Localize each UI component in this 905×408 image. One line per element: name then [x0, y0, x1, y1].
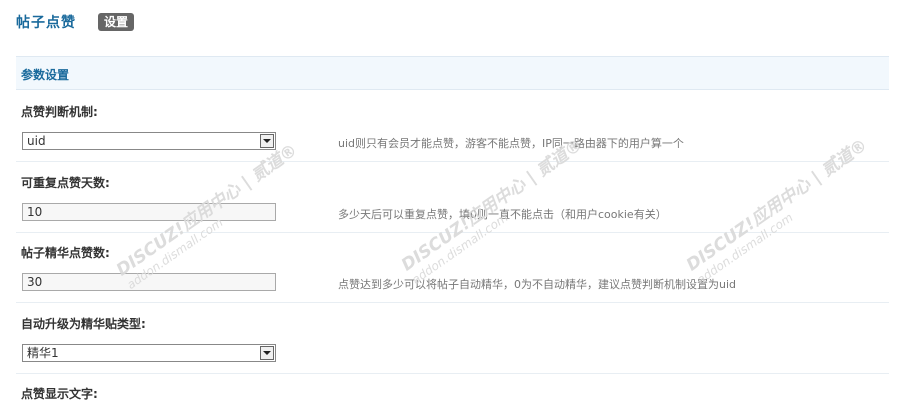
- row-divider: [16, 161, 889, 162]
- digest-type-select[interactable]: 精华1: [22, 344, 276, 362]
- section-header: 参数设置: [16, 56, 889, 90]
- row-divider: [16, 232, 889, 233]
- page-header: 帖子点赞 设置: [16, 12, 135, 32]
- watermark-url: addon.dismall.com: [124, 215, 226, 292]
- watermark: DISCUZ!应用中心 | 贰道® addon.dismall.com: [680, 131, 879, 287]
- row-divider: [16, 302, 889, 303]
- watermark-brand: DISCUZ!应用中心 | 贰道®: [682, 135, 872, 276]
- repeat-days-input[interactable]: [22, 203, 276, 221]
- digest-type-value: 精华1: [27, 346, 59, 360]
- digest-type-label: 自动升级为精华贴类型:: [21, 317, 146, 331]
- tab-settings[interactable]: 设置: [98, 13, 135, 31]
- like-mechanism-value: uid: [27, 134, 46, 148]
- row-divider: [16, 373, 889, 374]
- repeat-days-label: 可重复点赞天数:: [21, 176, 110, 190]
- like-text-label: 点赞显示文字:: [21, 387, 98, 401]
- chevron-down-icon[interactable]: [260, 346, 274, 360]
- watermark-url: addon.dismall.com: [694, 210, 796, 287]
- like-mechanism-hint: uid则只有会员才能点赞，游客不能点赞，IP同一路由器下的用户算一个: [338, 137, 684, 150]
- digest-likes-hint: 点赞达到多少可以将帖子自动精华，0为不自动精华，建议点赞判断机制设置为uid: [338, 278, 737, 291]
- digest-likes-label: 帖子精华点赞数:: [21, 246, 110, 260]
- like-mechanism-label: 点赞判断机制:: [21, 105, 98, 119]
- repeat-days-hint: 多少天后可以重复点赞，填0则一直不能点击（和用户cookie有关）: [338, 208, 667, 221]
- digest-likes-input[interactable]: [22, 273, 276, 291]
- page-title: 帖子点赞: [16, 15, 76, 31]
- chevron-down-icon[interactable]: [260, 134, 274, 148]
- section-title: 参数设置: [21, 68, 70, 82]
- like-mechanism-select[interactable]: uid: [22, 132, 276, 150]
